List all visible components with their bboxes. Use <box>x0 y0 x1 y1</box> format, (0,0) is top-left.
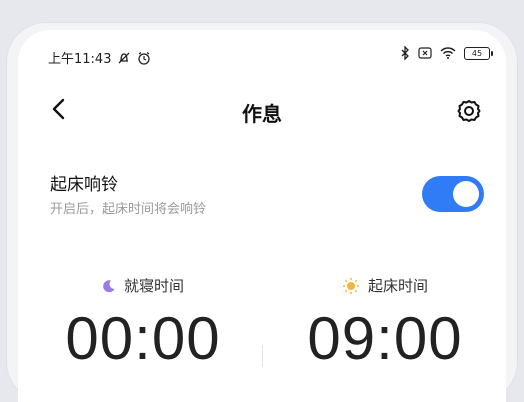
screen: 上午11:43 45 作息 起床响铃 开启后，起床时间将会响铃 就寝时间 00:… <box>18 30 506 402</box>
page-title: 作息 <box>242 102 282 126</box>
wake-label-row: 起床时间 <box>270 275 500 296</box>
wake-alarm-row: 起床响铃 开启后，起床时间将会响铃 <box>18 170 506 230</box>
time-divider <box>262 345 263 367</box>
wake-alarm-title: 起床响铃 <box>50 175 118 195</box>
status-left: 上午11:43 <box>48 48 151 67</box>
bedtime-label-row: 就寝时间 <box>28 275 258 296</box>
alarm-clock-icon <box>137 51 151 65</box>
gear-icon <box>457 100 481 122</box>
mute-bell-icon <box>117 51 131 65</box>
bluetooth-icon <box>400 46 410 60</box>
bedtime-column[interactable]: 就寝时间 00:00 <box>28 275 258 373</box>
status-time: 上午11:43 <box>48 52 112 67</box>
sun-icon <box>342 277 359 294</box>
nav-bar: 作息 <box>18 92 506 132</box>
wifi-icon <box>440 47 456 59</box>
status-right: 45 <box>400 46 493 60</box>
battery-icon: 45 <box>464 46 493 60</box>
wake-alarm-toggle[interactable] <box>422 176 484 212</box>
sim-x-icon <box>418 47 432 59</box>
schedule-times: 就寝时间 00:00 起床时间 09:00 <box>18 275 506 402</box>
settings-button[interactable] <box>454 96 484 126</box>
wake-alarm-subtitle: 开启后，起床时间将会响铃 <box>50 202 207 217</box>
wake-label: 起床时间 <box>367 277 428 295</box>
toggle-knob <box>453 181 479 207</box>
phone-frame: 上午11:43 45 作息 起床响铃 开启后，起床时间将会响铃 就寝时间 00:… <box>6 22 518 402</box>
bedtime-label: 就寝时间 <box>123 277 184 295</box>
wake-time-value[interactable]: 09:00 <box>270 304 500 373</box>
wake-time-column[interactable]: 起床时间 09:00 <box>270 275 500 373</box>
status-bar: 上午11:43 45 <box>18 30 506 70</box>
moon-icon <box>103 279 115 292</box>
bedtime-value[interactable]: 00:00 <box>28 304 258 373</box>
